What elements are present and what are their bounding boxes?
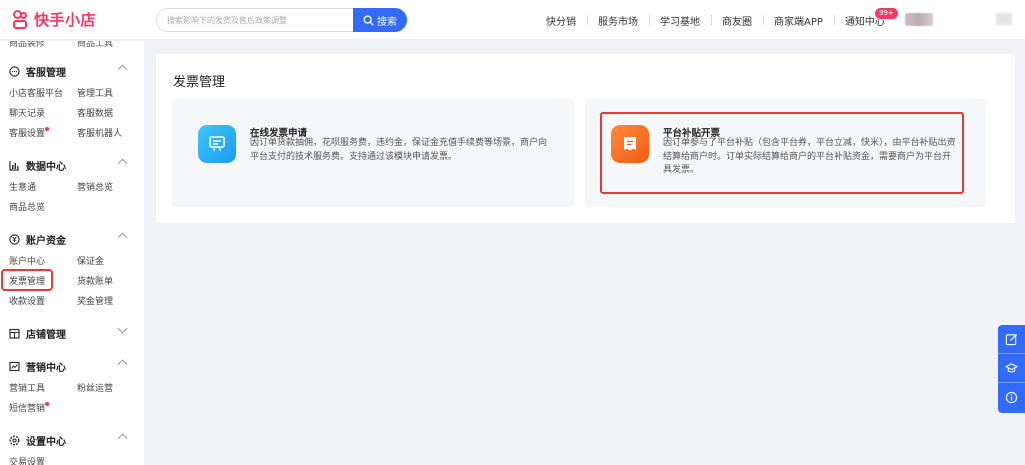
user-name-blurred[interactable] (996, 13, 1012, 25)
top-nav: 快分销 服务市场 学习基地 商友圈 商家端APP 通知中心 (535, 0, 896, 40)
graduation-icon (1005, 362, 1018, 372)
sidebar-item-fan-operations[interactable]: 粉丝运营 (77, 379, 135, 399)
sidebar-section-header[interactable]: 数据中心 (9, 157, 135, 173)
sidebar-item-label: 短信营销 (9, 404, 46, 414)
sidebar-section-title: 设置中心 (26, 436, 66, 448)
sidebar-item-shengyitong[interactable]: 生意通 (9, 178, 77, 198)
search-button-label: 搜索 (377, 16, 397, 28)
sidebar-item-trade-settings[interactable]: 交易设置 (9, 453, 77, 465)
learning-button[interactable] (998, 354, 1025, 383)
info-icon (1005, 391, 1018, 404)
search-bar: 搜索 (156, 8, 407, 32)
nav-merchant-app[interactable]: 商家端APP (763, 13, 834, 28)
card-online-invoice-application[interactable]: 在线发票申请 因订单货款抽佣，花呗服务费，违约金，保证金充值手续费等场景，商户向… (172, 99, 574, 207)
search-button[interactable]: 搜索 (353, 8, 407, 32)
sidebar-item-chat-records[interactable]: 聊天记录 (9, 104, 77, 124)
sidebar-item-sms-marketing[interactable]: 短信营销 (9, 399, 77, 419)
sidebar-item-cut[interactable]: 商品工具 (77, 41, 113, 49)
chevron-up-icon[interactable] (117, 433, 128, 444)
chevron-up-icon[interactable] (117, 64, 128, 75)
sidebar-section-store-management: 店铺管理 (9, 323, 135, 341)
top-header: 快手小店 搜索 快分销 服务市场 学习基地 商友圈 商家端APP 通知中心 99… (0, 0, 1025, 40)
edit-icon (1005, 333, 1018, 345)
nav-learning-base[interactable]: 学习基地 (649, 13, 711, 28)
sidebar-section-header[interactable]: 店铺管理 (9, 323, 135, 341)
bar-chart-icon (9, 160, 20, 171)
sidebar-item-marketing-overview[interactable]: 营销总览 (77, 178, 135, 198)
logo[interactable]: 快手小店 (12, 9, 96, 30)
sidebar-section-title: 店铺管理 (26, 329, 66, 341)
sidebar-item-kefu-data[interactable]: 客服数据 (77, 104, 135, 124)
sidebar-item-collection-settings[interactable]: 收款设置 (9, 292, 77, 312)
sidebar-item-kefu-robot[interactable]: 客服机器人 (77, 124, 135, 144)
chevron-down-icon[interactable] (117, 323, 128, 334)
annotation-highlight-box (600, 112, 964, 194)
chat-icon (9, 65, 20, 77)
sidebar-item-kefu-settings[interactable]: 客服设置 (9, 124, 77, 144)
chevron-up-icon[interactable] (117, 359, 128, 370)
notification-badge: 99+ (875, 8, 898, 19)
search-input[interactable] (156, 8, 353, 32)
sidebar-item-deposit[interactable]: 保证金 (77, 252, 135, 272)
chevron-up-icon[interactable] (117, 232, 128, 243)
nav-service-market[interactable]: 服务市场 (587, 13, 649, 28)
sidebar-item-kefu-platform[interactable]: 小店客服平台 (9, 84, 77, 104)
sidebar-section-title: 账户资金 (26, 235, 66, 247)
page-title: 发票管理 (173, 75, 226, 90)
nav-kuaifenxiao[interactable]: 快分销 (535, 13, 587, 28)
nav-merchant-circle[interactable]: 商友圈 (711, 13, 763, 28)
sidebar-item-product-overview[interactable]: 商品总览 (9, 198, 77, 218)
red-dot (45, 402, 49, 406)
info-button[interactable] (998, 383, 1025, 412)
sidebar-item-label: 客服设置 (9, 129, 46, 139)
sidebar-section-data-center: 数据中心 生意通 营销总览 商品总览 (9, 157, 135, 218)
sidebar-section-customer-service: 客服管理 小店客服平台 管理工具 聊天记录 客服数据 客服设置 客服机器人 (9, 63, 135, 144)
floating-toolbar (998, 325, 1025, 413)
sidebar-section-title: 数据中心 (26, 161, 66, 173)
red-dot (45, 127, 49, 131)
avatar[interactable] (905, 13, 933, 26)
sidebar-section-header[interactable]: 设置中心 (9, 432, 135, 448)
kuaishou-logo-icon (12, 9, 30, 30)
sidebar-item-cut[interactable]: 商品装修 (9, 41, 45, 49)
chevron-up-icon[interactable] (117, 158, 128, 169)
sidebar-section-header[interactable]: 营销中心 (9, 358, 135, 374)
sidebar-section-settings-center: 设置中心 交易设置 (9, 432, 135, 465)
feedback-button[interactable] (998, 325, 1025, 354)
sidebar-section-header[interactable]: 客服管理 (9, 63, 135, 79)
sidebar-item-payment-bills[interactable]: 货款账单 (77, 272, 135, 292)
logo-text: 快手小店 (34, 11, 97, 29)
annotation-highlight-box (1, 269, 53, 291)
sidebar-item-marketing-tools[interactable]: 营销工具 (9, 379, 77, 399)
sidebar-section-title: 客服管理 (26, 67, 66, 79)
search-icon (363, 14, 374, 26)
sidebar-item-bonus-management[interactable]: 奖金管理 (77, 292, 135, 312)
trend-icon (9, 361, 20, 372)
sidebar-item-manage-tools[interactable]: 管理工具 (77, 84, 135, 104)
card-description: 因订单货款抽佣，花呗服务费，违约金，保证金充值手续费等场景，商户向平台支付的技术… (250, 138, 548, 162)
gear-icon (9, 434, 20, 446)
yen-icon (9, 233, 20, 245)
sidebar-section-marketing-center: 营销中心 营销工具 粉丝运营 短信营销 (9, 358, 135, 419)
invoice-icon (198, 125, 236, 163)
store-icon (9, 328, 20, 339)
sidebar-section-title: 营销中心 (26, 362, 66, 374)
sidebar: 商品装修 商品工具 客服管理 小店客服平台 管理工具 聊天记录 客服数据 客服设… (0, 41, 144, 465)
sidebar-section-header[interactable]: 账户资金 (9, 231, 135, 247)
